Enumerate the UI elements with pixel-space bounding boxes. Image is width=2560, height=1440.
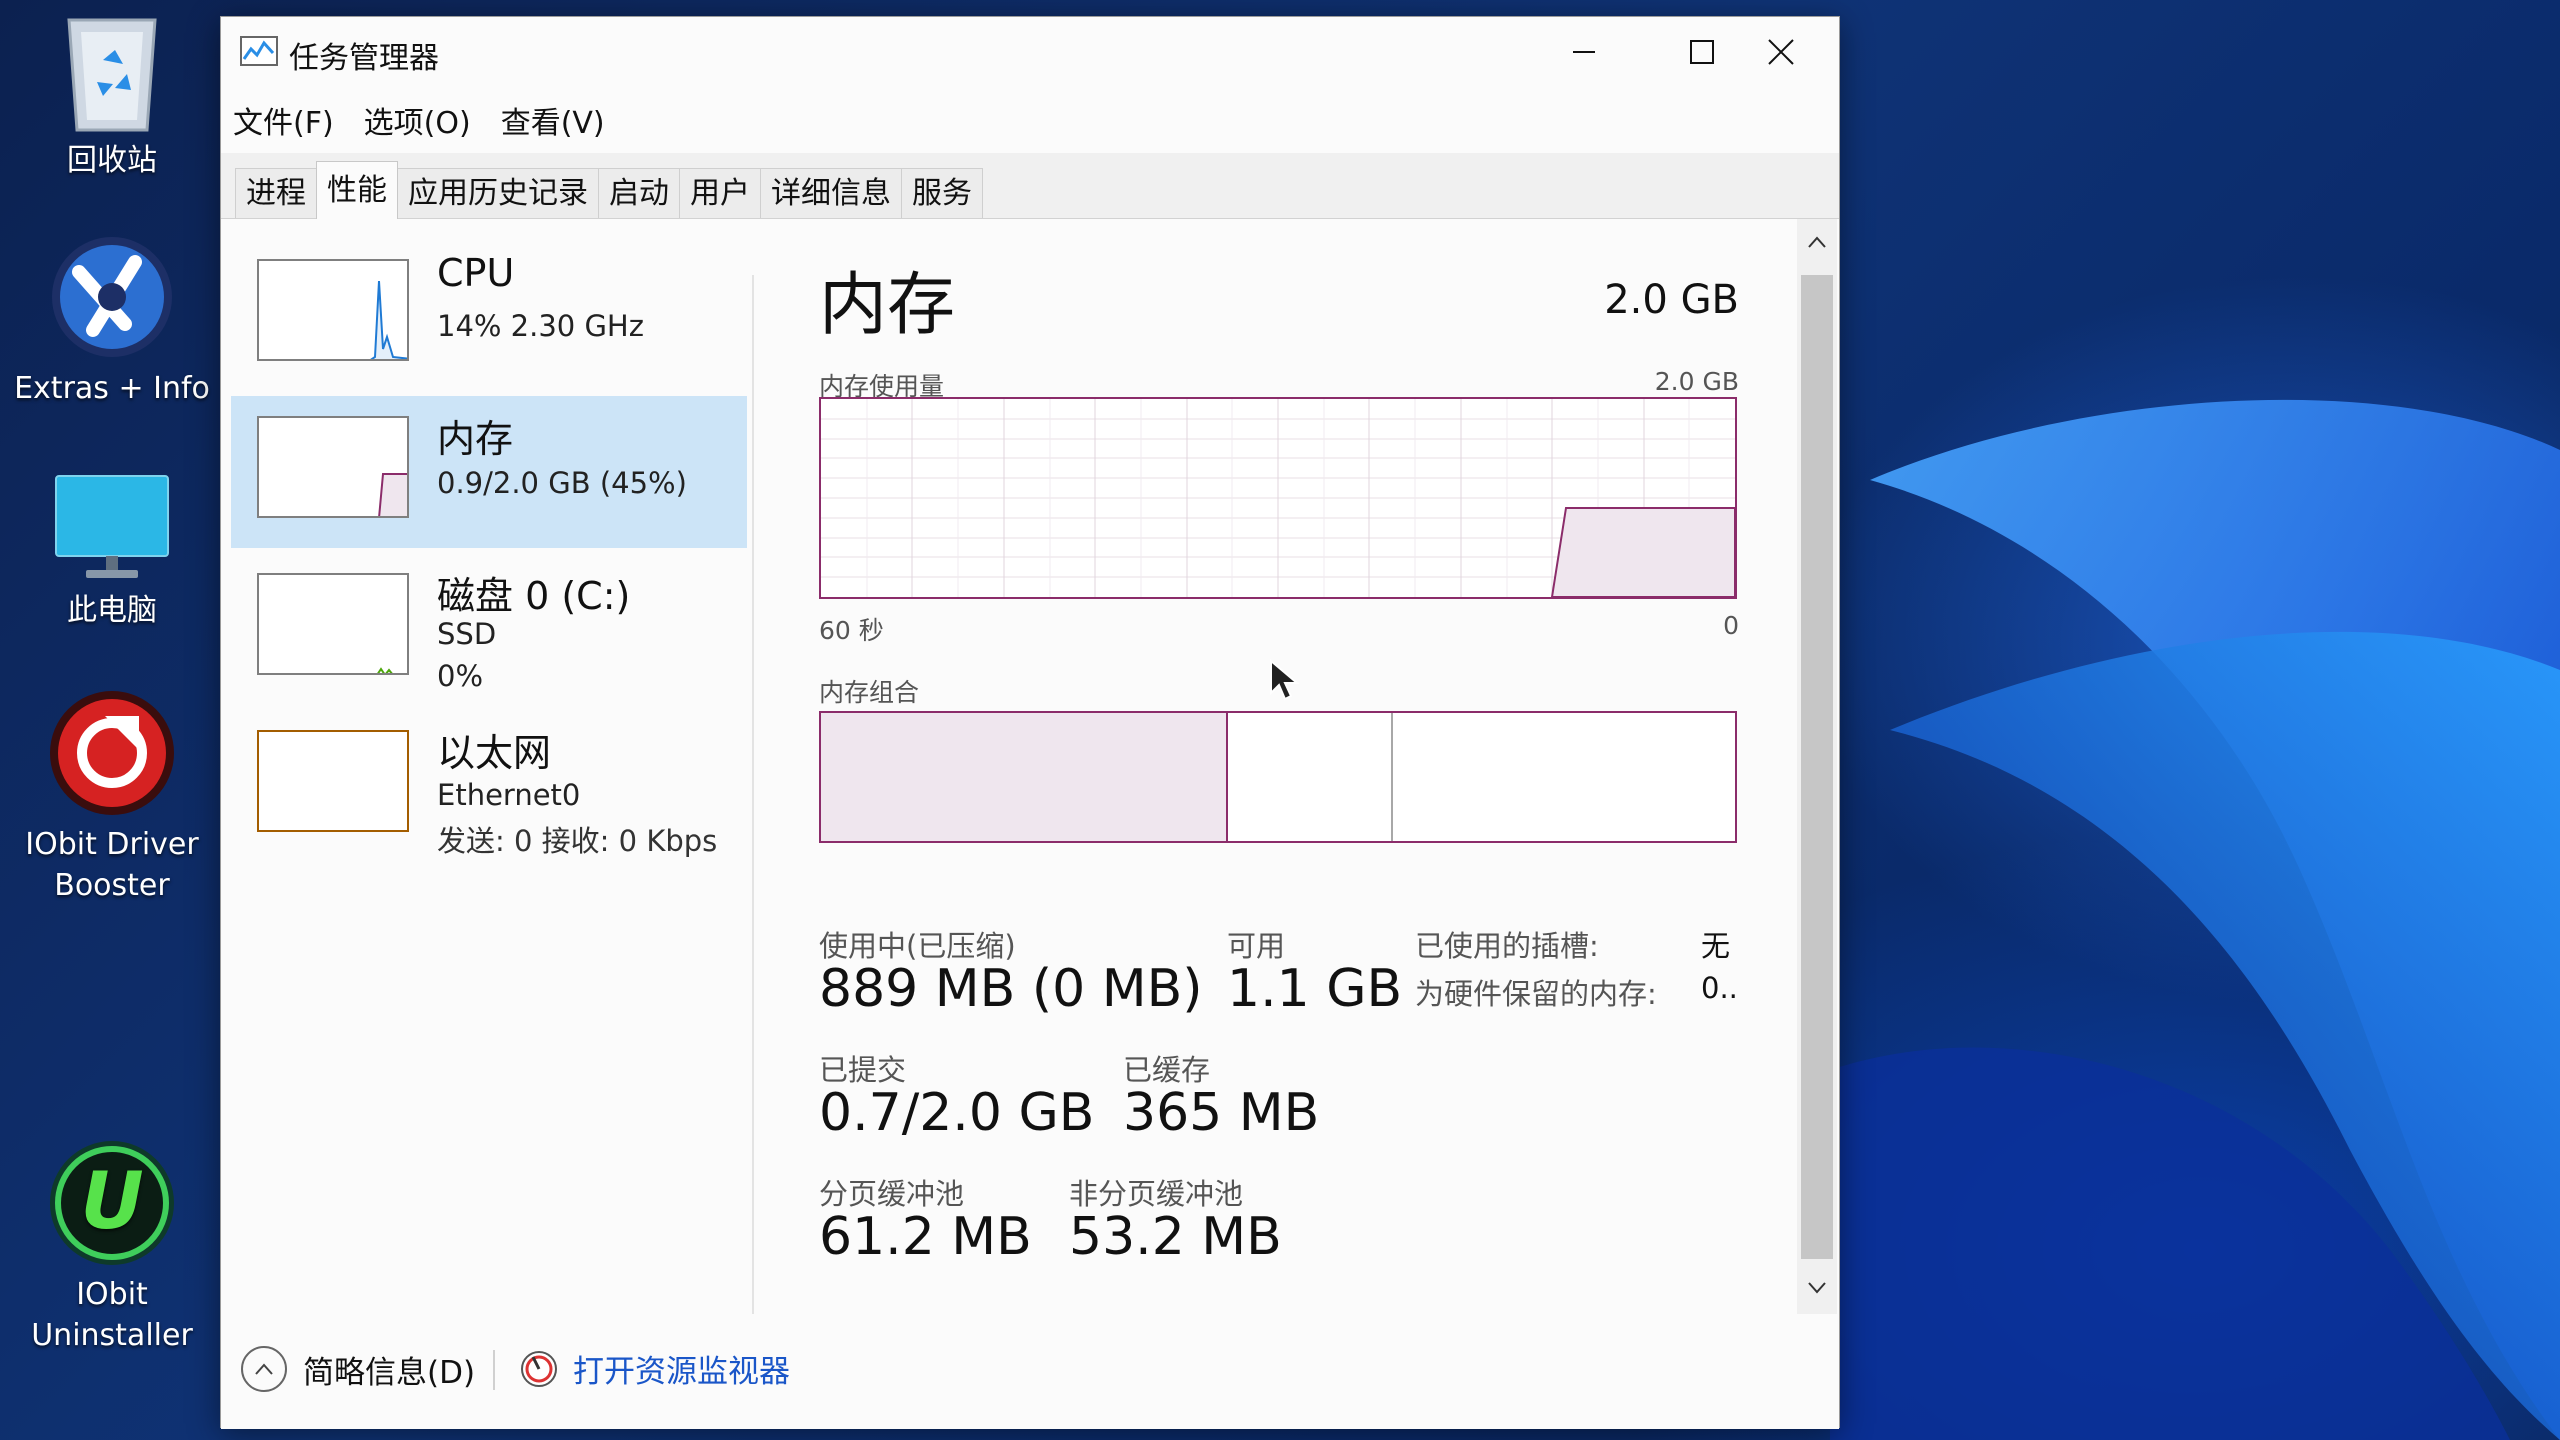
desktop-icon-this-pc[interactable]: 此电脑 <box>0 472 224 631</box>
open-resource-monitor-label: 打开资源监视器 <box>573 1354 790 1390</box>
available-value: 1.1 GB <box>1227 959 1403 1019</box>
memory-thumbnail-graph <box>257 416 409 518</box>
menu-options[interactable]: 选项(O) <box>364 94 471 146</box>
svg-text:U: U <box>80 1157 143 1247</box>
disk-thumbnail-graph <box>257 573 409 675</box>
minimize-icon <box>1573 51 1595 53</box>
resource-name: 内存 <box>437 417 514 461</box>
resource-detail: 14% 2.30 GHz <box>437 309 644 343</box>
scroll-down-button[interactable] <box>1797 1265 1837 1311</box>
in-use-value: 889 MB (0 MB) <box>819 959 1203 1019</box>
resource-item-ethernet[interactable]: 以太网 Ethernet0 发送: 0 接收: 0 Kbps <box>231 710 747 862</box>
vertical-scrollbar[interactable] <box>1797 219 1837 1314</box>
nonpaged-pool-value: 53.2 MB <box>1069 1207 1282 1267</box>
close-button[interactable] <box>1721 17 1841 87</box>
open-resource-monitor-link[interactable]: 打开资源监视器 <box>519 1346 790 1391</box>
tab-bar: 进程 性能 应用历史记录 启动 用户 详细信息 服务 <box>221 153 1839 219</box>
menu-bar: 文件(F) 选项(O) 查看(V) <box>221 87 1839 153</box>
resource-name: 以太网 <box>437 731 552 775</box>
slots-used-label: 已使用的插槽: <box>1415 929 1599 963</box>
composition-in-use[interactable] <box>821 713 1228 841</box>
resource-detail: 0.9/2.0 GB (45%) <box>437 466 687 500</box>
graph-time-right: 0 <box>1723 611 1739 640</box>
tab-details[interactable]: 详细信息 <box>760 168 902 218</box>
chevron-up-circle-icon <box>241 1346 287 1392</box>
cached-value: 365 MB <box>1123 1083 1320 1143</box>
slots-used-value: 无 <box>1701 929 1731 963</box>
resource-detail: SSD <box>437 617 497 651</box>
resource-item-memory[interactable]: 内存 0.9/2.0 GB (45%) <box>231 396 747 548</box>
tab-users[interactable]: 用户 <box>679 168 761 218</box>
memory-panel: 内存 2.0 GB 内存使用量 2.0 GB 60 秒 0 内存组合 使用中(已… <box>819 219 1739 1314</box>
this-pc-icon <box>55 475 169 578</box>
cpu-thumbnail-graph <box>257 259 409 361</box>
mouse-cursor-icon <box>1270 659 1300 701</box>
memory-composition-bar <box>819 711 1737 843</box>
task-manager-icon <box>240 36 278 66</box>
menu-view[interactable]: 查看(V) <box>501 94 605 146</box>
committed-value: 0.7/2.0 GB <box>819 1083 1095 1143</box>
window-title: 任务管理器 <box>289 41 439 76</box>
close-icon <box>1768 39 1794 65</box>
memory-total: 2.0 GB <box>1604 277 1739 323</box>
resource-item-cpu[interactable]: CPU 14% 2.30 GHz <box>231 239 747 391</box>
desktop-icon-label: IObit Uninstaller <box>31 1277 193 1353</box>
minimize-button[interactable] <box>1525 17 1643 87</box>
memory-usage-area <box>1550 507 1735 597</box>
composition-modified[interactable] <box>1228 713 1393 841</box>
extras-info-icon <box>52 237 172 357</box>
memory-usage-graph <box>819 397 1737 599</box>
tab-processes[interactable]: 进程 <box>235 168 317 218</box>
tab-app-history[interactable]: 应用历史记录 <box>397 168 599 218</box>
desktop-icon-iobit-uninstaller[interactable]: U IObit Uninstaller <box>0 1138 224 1356</box>
driver-booster-icon <box>50 691 174 815</box>
composition-label: 内存组合 <box>819 678 920 707</box>
tab-performance[interactable]: 性能 <box>316 161 398 219</box>
desktop-icon-label: 回收站 <box>67 143 157 178</box>
chevron-up-icon <box>1808 236 1826 248</box>
fewer-details-button[interactable]: 简略信息(D) <box>241 1346 475 1392</box>
fewer-details-label: 简略信息(D) <box>303 1354 476 1391</box>
recycle-bin-icon <box>67 18 157 132</box>
memory-usage-chart <box>821 399 1735 597</box>
title-bar[interactable]: 任务管理器 <box>221 17 1839 87</box>
hardware-reserved-value: 0.. <box>1701 971 1738 1005</box>
desktop-icon-label: 此电脑 <box>67 593 157 628</box>
resource-list: CPU 14% 2.30 GHz 内存 0.9/2.0 GB (45%) 磁盘 … <box>231 239 747 867</box>
tab-startup[interactable]: 启动 <box>598 168 680 218</box>
scrollbar-thumb[interactable] <box>1801 275 1833 1259</box>
menu-file[interactable]: 文件(F) <box>233 94 334 146</box>
performance-content: CPU 14% 2.30 GHz 内存 0.9/2.0 GB (45%) 磁盘 … <box>221 219 1839 1315</box>
footer-separator <box>493 1350 495 1390</box>
resource-detail: 0% <box>437 659 484 693</box>
desktop-icon-recycle-bin[interactable]: 回收站 <box>0 12 224 181</box>
page-title: 内存 <box>819 266 956 345</box>
resource-name: 磁盘 0 (C:) <box>437 574 631 618</box>
desktop-icon-label: Extras + Info <box>14 371 210 406</box>
desktop-icon-driver-booster[interactable]: IObit Driver Booster <box>0 688 224 906</box>
chevron-down-icon <box>1808 1282 1826 1294</box>
ethernet-thumbnail-graph <box>257 730 409 832</box>
hardware-reserved-label: 为硬件保留的内存: <box>1415 977 1657 1011</box>
scroll-up-button[interactable] <box>1797 219 1837 265</box>
desktop-icon-extras-info[interactable]: Extras + Info <box>0 232 224 409</box>
pane-divider[interactable] <box>752 275 754 1315</box>
resource-monitor-icon <box>521 1350 557 1387</box>
maximize-icon <box>1690 40 1714 64</box>
graph-time-left: 60 秒 <box>819 616 884 645</box>
resource-detail: 发送: 0 接收: 0 Kbps <box>437 824 718 858</box>
paged-pool-value: 61.2 MB <box>819 1207 1032 1267</box>
resource-detail: Ethernet0 <box>437 778 581 812</box>
tab-services[interactable]: 服务 <box>901 168 983 218</box>
task-manager-window: 任务管理器 文件(F) 选项(O) 查看(V) 进程 性能 应用历史记录 启动 … <box>220 16 1840 1429</box>
resource-name: CPU <box>437 251 515 295</box>
iobit-uninstaller-icon: U <box>50 1141 174 1265</box>
composition-free[interactable] <box>1393 713 1735 841</box>
footer-bar: 简略信息(D) 打开资源监视器 <box>221 1314 1839 1429</box>
resource-item-disk[interactable]: 磁盘 0 (C:) SSD 0% <box>231 553 747 705</box>
usage-graph-max: 2.0 GB <box>1654 367 1739 396</box>
desktop-icon-label: IObit Driver Booster <box>25 827 199 903</box>
wallpaper-bloom-graphic <box>1830 399 2560 1440</box>
